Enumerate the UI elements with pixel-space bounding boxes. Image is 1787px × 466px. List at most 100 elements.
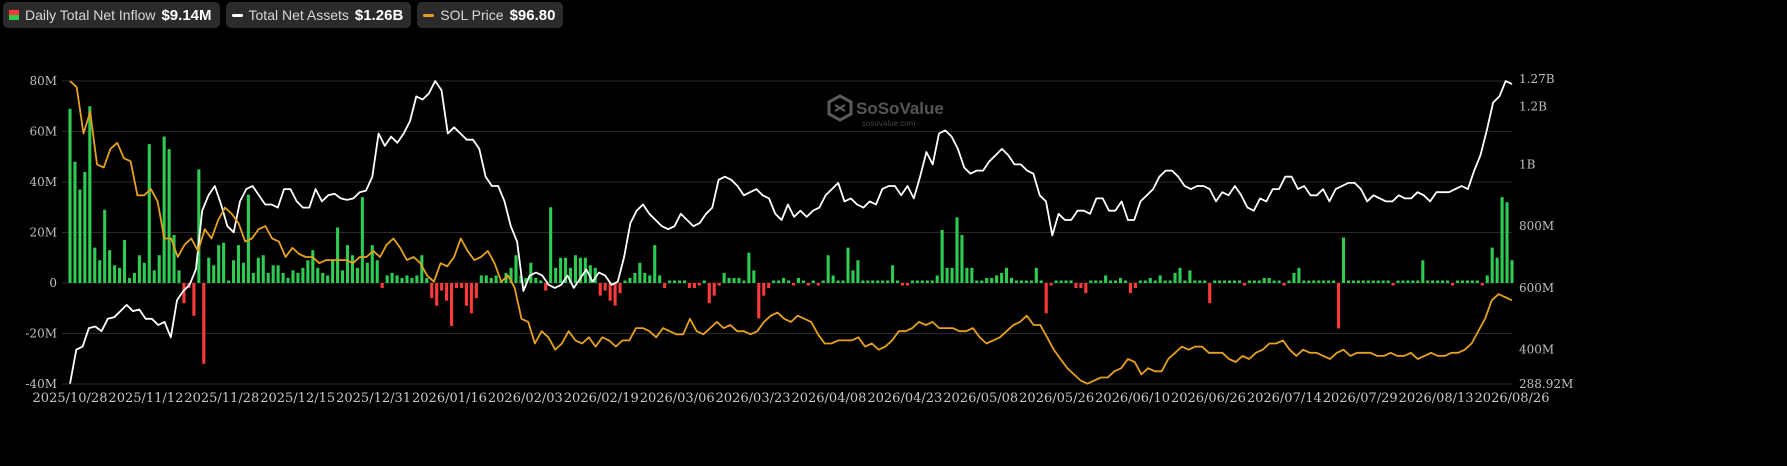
inflow-bar [400,277,404,283]
inflow-bar [747,252,751,283]
inflow-bar [1287,280,1291,283]
x-axis-tick-label: 2026/06/10 [1095,391,1170,406]
inflow-bar [306,260,310,283]
inflow-bar [767,283,771,289]
inflow-bar [1109,280,1113,283]
inflow-bar [1039,280,1043,283]
inflow-bar [1406,280,1410,283]
inflow-bar [673,280,677,283]
inflow-bar [1257,280,1261,283]
inflow-bar [1237,280,1241,283]
inflow-bar [623,280,627,283]
inflow-bar [1064,280,1068,283]
inflow-bar [806,283,810,286]
inflow-bar [464,283,468,306]
right-axis: 1.27B 1.2B 1B 800M 600M 400M 288.92M [1519,72,1573,391]
inflow-bar [905,283,909,286]
inflow-bar [990,277,994,283]
inflow-bar [1460,280,1464,283]
inflow-bar [435,283,439,306]
inflow-bar [142,262,146,283]
inflow-bar [469,283,473,314]
inflow-bar [1084,283,1088,294]
inflow-bar [1431,280,1435,283]
inflow-bar [162,136,166,283]
inflow-bar [296,272,300,283]
inflow-bar [791,283,796,286]
inflow-bar [1123,280,1128,283]
inflow-bar [970,267,974,283]
inflow-bar [489,277,493,283]
inflow-bar [910,280,914,283]
inflow-bar [1371,280,1375,283]
inflow-bar [653,245,657,283]
x-axis-tick-label: 2025/12/15 [260,391,335,406]
inflow-bar [950,267,954,283]
inflow-bar [1218,280,1222,283]
inflow-bar [1074,283,1078,289]
inflow-bar [965,267,969,283]
inflow-bar [891,265,895,283]
right-axis-tick-label: 1B [1519,157,1536,171]
inflow-bar [687,283,691,289]
inflow-bar [559,257,563,283]
inflow-bar [1401,280,1405,283]
inflow-bar [1465,280,1469,283]
inflow-bar [311,250,315,283]
x-axis-tick-label: 2026/06/26 [1171,391,1246,406]
inflow-bar [658,275,662,283]
inflow-bar [1054,280,1058,283]
inflow-bar [301,267,305,283]
inflow-bar [1490,247,1494,283]
inflow-bar [1302,280,1306,283]
inflow-bar [603,283,607,291]
inflow-bar [1351,280,1355,283]
inflow-bar [682,280,686,283]
inflow-bar [836,280,840,283]
inflow-bar [871,280,875,283]
inflow-bar [1232,280,1237,283]
inflow-bar [103,209,107,283]
inflow-bar [127,277,132,283]
inflow-bar [1183,280,1187,283]
inflow-bar [544,283,548,291]
inflow-bar [1267,277,1271,283]
inflow-bar [608,283,612,301]
inflow-bar [737,277,741,283]
inflow-bar [598,283,602,296]
right-axis-tick-label: 800M [1519,219,1554,233]
inflow-bar [573,255,577,283]
inflow-bar [1361,280,1365,283]
inflow-bar [980,280,984,283]
inflow-bar [742,280,746,283]
inflow-bar [1475,280,1479,283]
inflow-bar [1034,267,1038,283]
inflow-bar [1356,280,1360,283]
logo-icon [827,94,853,122]
x-axis-tick-label: 2026/04/08 [791,391,866,406]
inflow-bar [1495,257,1499,283]
inflow-bar [256,257,260,283]
inflow-bar [618,283,622,294]
inflow-bar [108,250,112,283]
inflow-bar [1282,283,1286,286]
inflow-bar [425,277,429,283]
x-axis-tick-label: 2026/08/26 [1475,391,1550,406]
x-axis-tick-label: 2025/10/28 [33,391,108,406]
x-axis-tick-label: 2026/07/14 [1247,391,1322,406]
inflow-bar [231,260,236,283]
inflow-bar [410,277,414,283]
inflow-bar [940,229,944,283]
inflow-bar [975,280,979,283]
watermark: SoSoValue sosovalue.com [827,94,944,128]
x-axis-tick-label: 2026/02/19 [564,391,639,406]
inflow-bar [1277,280,1281,283]
x-axis-tick-label: 2026/04/23 [867,391,942,406]
inflow-bar [390,272,394,283]
inflow-bar [1381,280,1385,283]
inflow-bar [1327,280,1331,283]
inflow-bar [261,255,265,283]
chart-canvas[interactable]: SoSoValue sosovalue.com 80M 60M 40M 20M 0 -20… [0,0,1787,466]
inflow-bar [192,283,196,316]
inflow-bar [375,260,379,283]
